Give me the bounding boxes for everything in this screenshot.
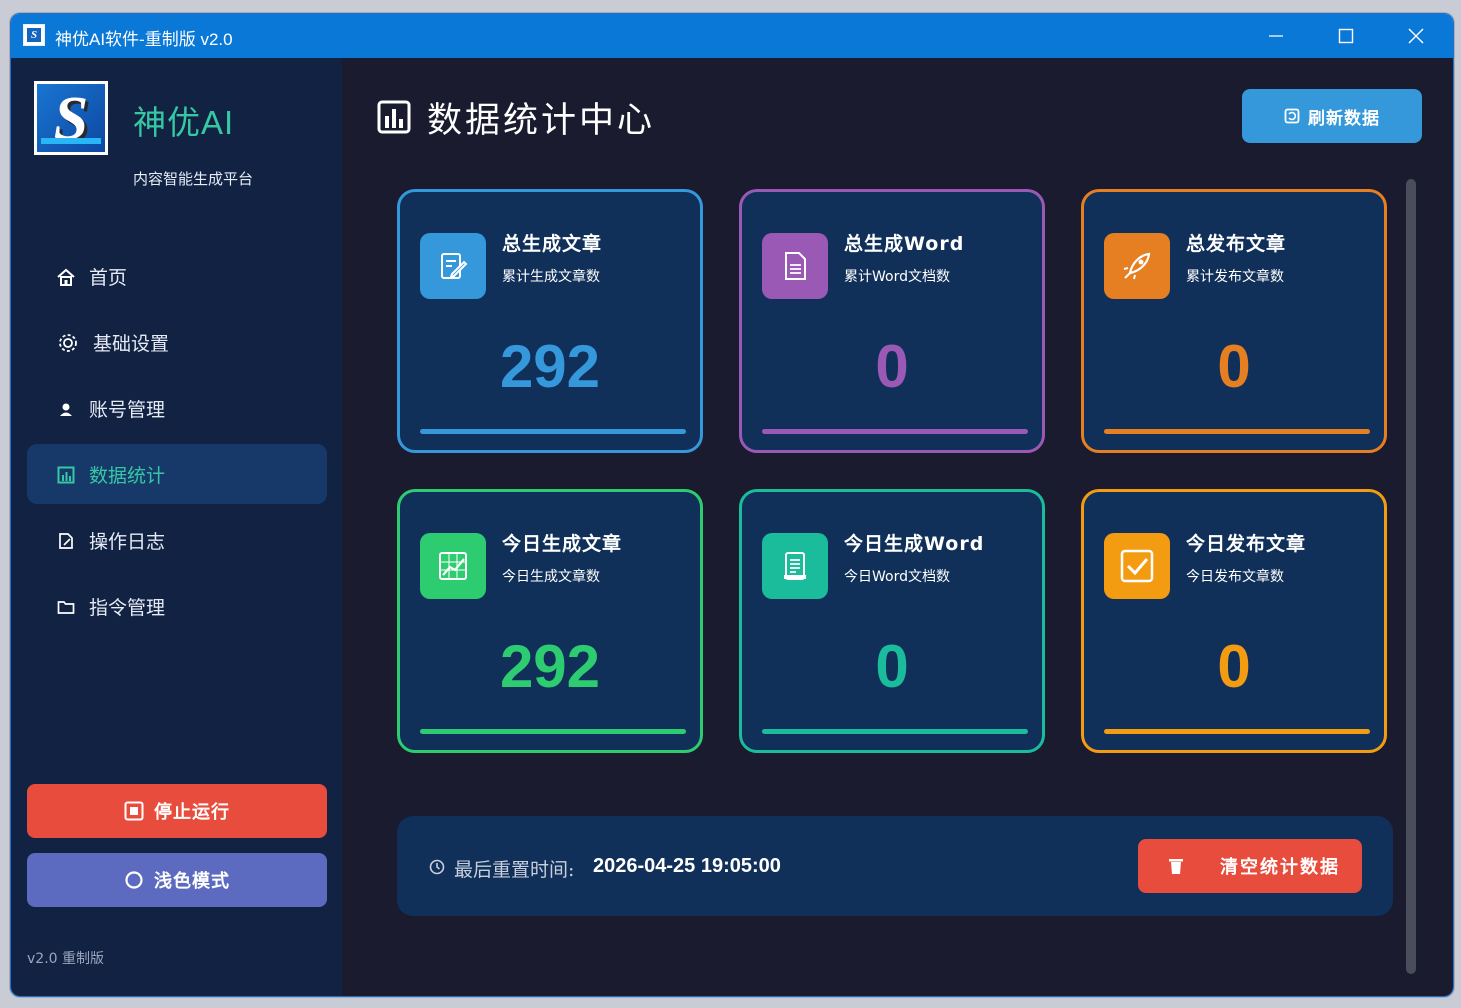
card-value: 0 — [875, 333, 909, 400]
card-accent-bar — [762, 729, 1028, 734]
clock-icon — [429, 859, 445, 875]
chart-icon — [55, 464, 77, 486]
maximize-button[interactable] — [1311, 14, 1381, 58]
page-title: 数据统计中心 — [427, 101, 656, 141]
app-logo-icon: S — [23, 24, 45, 46]
brand-name: 神优AI — [133, 104, 235, 141]
sidebar-item-settings[interactable]: 基础设置 — [27, 312, 327, 372]
stat-card-total-word: 总生成Word 累计Word文档数 0 — [739, 189, 1045, 453]
stat-card-total-published: 总发布文章 累计发布文章数 0 — [1081, 189, 1387, 453]
sidebar-item-statistics[interactable]: 数据统计 — [27, 444, 327, 504]
maximize-icon — [1338, 28, 1354, 44]
edit-icon — [420, 233, 486, 299]
card-value: 292 — [499, 333, 601, 400]
reset-time-value: 2026-04-25 19:05:00 — [593, 855, 781, 877]
word-doc-icon — [762, 533, 828, 599]
sidebar: S 神优AI 内容智能生成平台 首页 基础设置 账号管理 数据统计 操作日志 指… — [11, 58, 342, 996]
clear-stats-button[interactable]: 清空统计数据 — [1138, 839, 1362, 893]
reset-info-panel: 最后重置时间: 2026-04-25 19:05:00 清空统计数据 — [397, 816, 1393, 916]
card-title: 总生成Word — [844, 233, 965, 255]
card-value: 292 — [499, 633, 601, 700]
stop-button[interactable]: 停止运行 — [27, 784, 327, 838]
reset-time-label: 最后重置时间: — [454, 859, 575, 881]
sidebar-item-label: 首页 — [89, 267, 128, 289]
card-title: 总发布文章 — [1186, 233, 1287, 255]
card-subtitle: 累计Word文档数 — [844, 269, 950, 285]
user-icon — [55, 398, 77, 420]
close-button[interactable] — [1381, 14, 1451, 58]
card-accent-bar — [420, 729, 686, 734]
light-mode-label: 浅色模式 — [154, 871, 230, 892]
home-icon — [55, 266, 77, 288]
refresh-button[interactable]: 刷新数据 — [1242, 89, 1422, 143]
circle-icon — [124, 870, 144, 890]
clear-stats-label: 清空统计数据 — [1220, 857, 1340, 878]
scrollbar[interactable] — [1406, 179, 1416, 974]
refresh-icon — [1284, 108, 1300, 124]
sidebar-item-commands[interactable]: 指令管理 — [27, 576, 327, 636]
sidebar-item-label: 操作日志 — [89, 531, 166, 553]
close-icon — [1408, 28, 1424, 44]
trash-icon — [1168, 857, 1184, 875]
brand-subtitle: 内容智能生成平台 — [133, 170, 254, 188]
sidebar-item-home[interactable]: 首页 — [27, 246, 327, 306]
main-content: 数据统计中心 刷新数据 总生成文章 累计生成文章数 292 总生成Word 累计… — [342, 58, 1453, 996]
stop-button-label: 停止运行 — [154, 802, 230, 823]
chart-line-icon — [420, 533, 486, 599]
title-bar: S 神优AI软件-重制版 v2.0 — [11, 14, 1453, 58]
sidebar-item-accounts[interactable]: 账号管理 — [27, 378, 327, 438]
stop-icon — [124, 801, 144, 821]
sidebar-item-label: 指令管理 — [89, 597, 166, 619]
app-window: S 神优AI软件-重制版 v2.0 S 神优AI 内容智能生成平台 首页 基础设… — [10, 13, 1454, 997]
document-icon — [762, 233, 828, 299]
sidebar-item-label: 账号管理 — [89, 399, 166, 421]
card-value: 0 — [1217, 633, 1251, 700]
card-subtitle: 今日Word文档数 — [844, 569, 950, 585]
card-accent-bar — [1104, 729, 1370, 734]
stat-card-total-articles: 总生成文章 累计生成文章数 292 — [397, 189, 703, 453]
card-subtitle: 累计生成文章数 — [502, 269, 600, 285]
sidebar-item-logs[interactable]: 操作日志 — [27, 510, 327, 570]
window-title: 神优AI软件-重制版 v2.0 — [55, 30, 233, 49]
version-label: v2.0 重制版 — [27, 951, 104, 967]
sidebar-item-label: 基础设置 — [93, 333, 170, 355]
light-mode-button[interactable]: 浅色模式 — [27, 853, 327, 907]
minimize-button[interactable] — [1241, 14, 1311, 58]
log-icon — [55, 530, 77, 552]
gear-icon — [57, 332, 79, 354]
card-title: 今日生成Word — [844, 533, 985, 555]
card-subtitle: 今日生成文章数 — [502, 569, 600, 585]
chart-icon — [377, 100, 411, 134]
checkbox-icon — [1104, 533, 1170, 599]
card-subtitle: 累计发布文章数 — [1186, 269, 1284, 285]
stat-card-today-published: 今日发布文章 今日发布文章数 0 — [1081, 489, 1387, 753]
card-title: 今日生成文章 — [502, 533, 623, 555]
stat-card-today-articles: 今日生成文章 今日生成文章数 292 — [397, 489, 703, 753]
card-accent-bar — [762, 429, 1028, 434]
stat-card-today-word: 今日生成Word 今日Word文档数 0 — [739, 489, 1045, 753]
card-value: 0 — [875, 633, 909, 700]
card-title: 总生成文章 — [502, 233, 603, 255]
refresh-button-label: 刷新数据 — [1308, 108, 1380, 129]
card-title: 今日发布文章 — [1186, 533, 1307, 555]
card-subtitle: 今日发布文章数 — [1186, 569, 1284, 585]
sidebar-item-label: 数据统计 — [89, 465, 166, 487]
card-accent-bar — [420, 429, 686, 434]
card-value: 0 — [1217, 333, 1251, 400]
card-accent-bar — [1104, 429, 1370, 434]
rocket-icon — [1104, 233, 1170, 299]
folder-icon — [55, 596, 77, 618]
brand-logo: S — [34, 81, 108, 155]
minimize-icon — [1269, 35, 1283, 37]
